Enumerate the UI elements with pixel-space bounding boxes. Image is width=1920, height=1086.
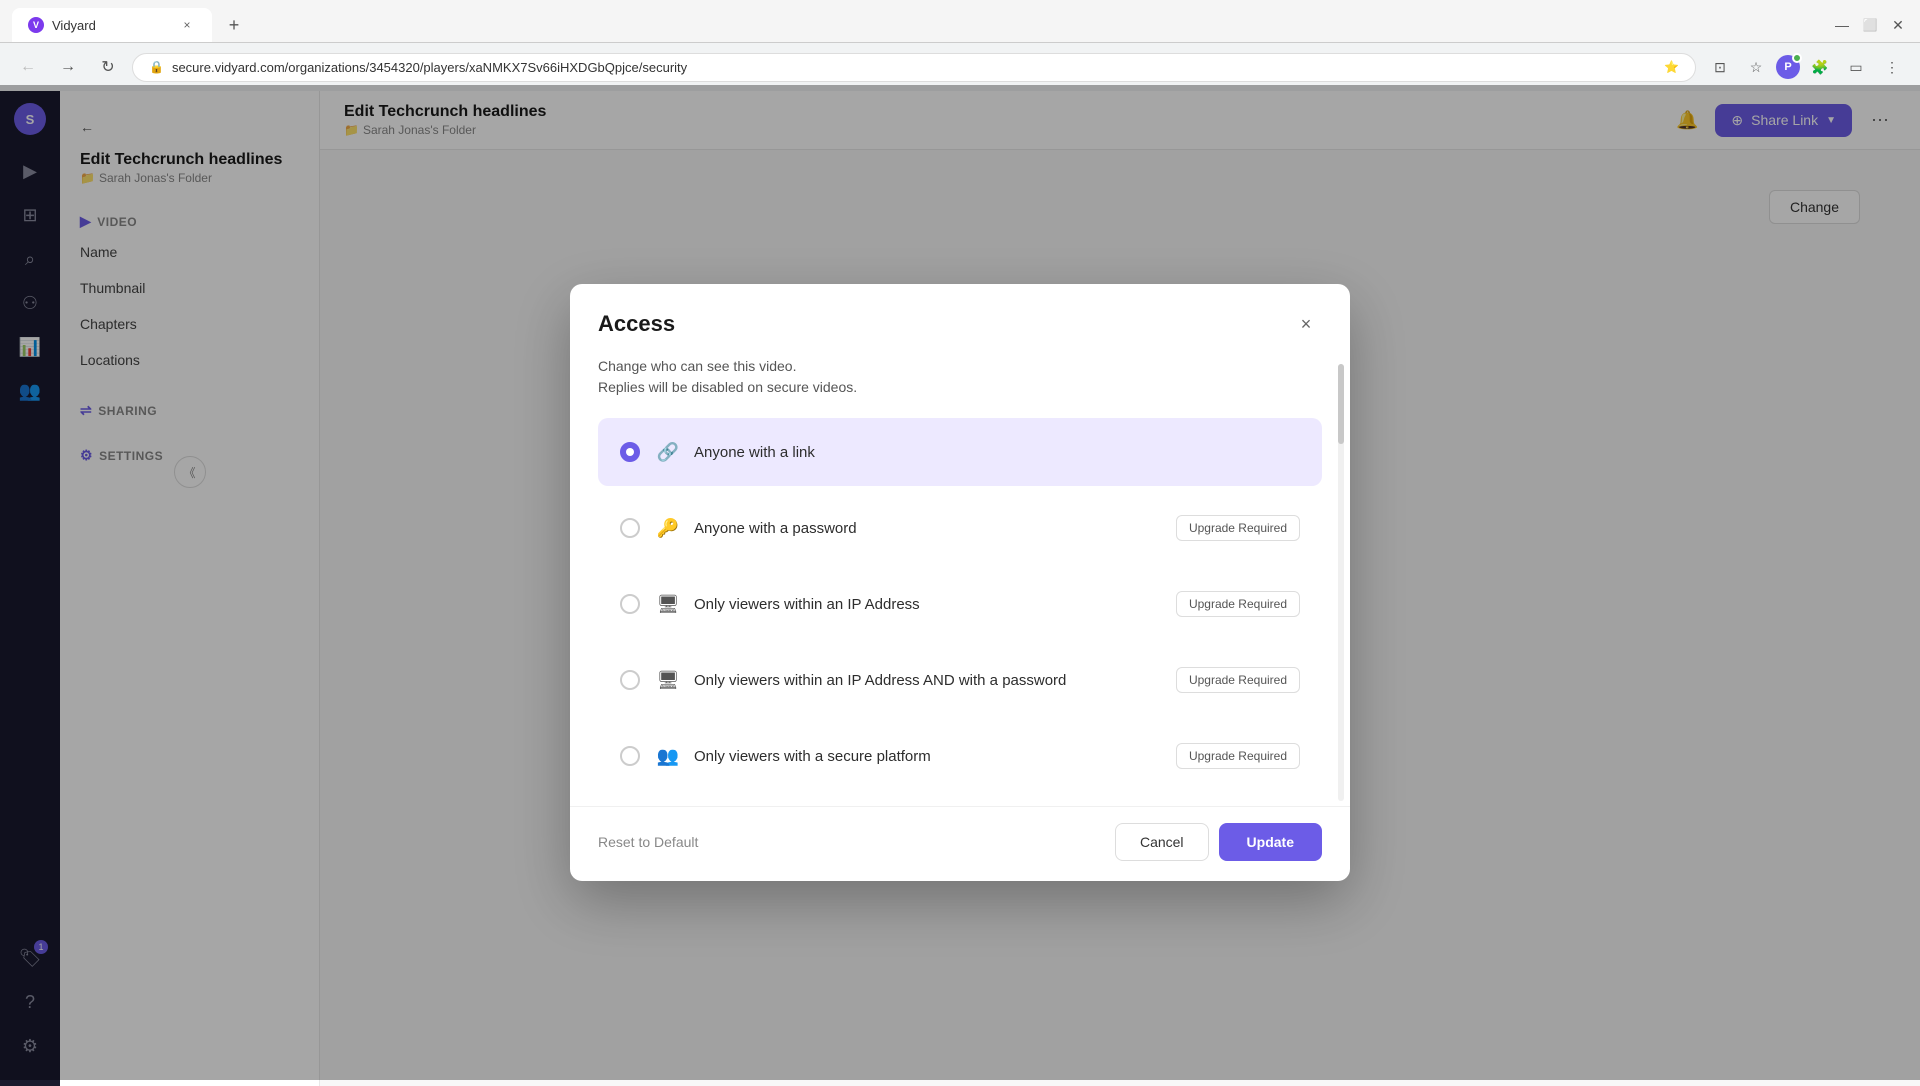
profile-button[interactable]: P xyxy=(1776,55,1800,79)
access-option-secure-platform[interactable]: 👥 Only viewers with a secure platform Up… xyxy=(598,722,1322,790)
url-text: secure.vidyard.com/organizations/3454320… xyxy=(172,60,1656,75)
modal-header: Access × xyxy=(570,284,1350,356)
ip-icon: 🖥 xyxy=(654,590,682,618)
main-area: Edit Techcrunch headlines 📁 Sarah Jonas'… xyxy=(320,91,1920,1086)
new-tab-button[interactable]: + xyxy=(220,11,248,39)
modal-footer-actions: Cancel Update xyxy=(1115,823,1322,861)
anyone-link-label: Anyone with a link xyxy=(694,444,1300,461)
radio-ip-password[interactable] xyxy=(620,670,640,690)
reset-to-default-link[interactable]: Reset to Default xyxy=(598,834,698,850)
forward-button[interactable]: → xyxy=(52,51,84,83)
cancel-button[interactable]: Cancel xyxy=(1115,823,1209,861)
access-option-anyone-link[interactable]: 🔗 Anyone with a link xyxy=(598,418,1322,486)
ip-password-icon: 🖥 xyxy=(654,666,682,694)
radio-secure-platform[interactable] xyxy=(620,746,640,766)
modal-overlay: Access × Change who can see this video. … xyxy=(0,85,1920,1080)
modal-scrollbar[interactable] xyxy=(1338,364,1344,801)
tab-favicon: V xyxy=(28,17,44,33)
browser-actions: ⊡ ☆ P 🧩 ▭ ⋮ xyxy=(1704,51,1908,83)
access-modal: Access × Change who can see this video. … xyxy=(570,284,1350,881)
ip-label: Only viewers within an IP Address xyxy=(694,596,1176,613)
modal-footer: Reset to Default Cancel Update xyxy=(570,806,1350,881)
secure-platform-label: Only viewers with a secure platform xyxy=(694,748,1176,765)
upgrade-badge-ip-password: Upgrade Required xyxy=(1176,667,1300,693)
access-option-ip[interactable]: 🖥 Only viewers within an IP Address Upgr… xyxy=(598,570,1322,638)
close-window-button[interactable]: ✕ xyxy=(1888,15,1908,35)
link-icon: 🔗 xyxy=(654,438,682,466)
browser-titlebar: V Vidyard × + — ⬜ ✕ xyxy=(0,0,1920,42)
tab-title: Vidyard xyxy=(52,18,96,33)
extensions-button[interactable]: 🧩 xyxy=(1804,51,1836,83)
address-bar[interactable]: 🔒 secure.vidyard.com/organizations/34543… xyxy=(132,53,1696,82)
maximize-button[interactable]: ⬜ xyxy=(1860,15,1880,35)
modal-description-line2: Replies will be disabled on secure video… xyxy=(598,377,1322,398)
minimize-button[interactable]: — xyxy=(1832,15,1852,35)
bookmark-button[interactable]: ☆ xyxy=(1740,51,1772,83)
radio-password[interactable] xyxy=(620,518,640,538)
back-button[interactable]: ← xyxy=(12,51,44,83)
password-label: Anyone with a password xyxy=(694,520,1176,537)
refresh-button[interactable]: ↻ xyxy=(92,51,124,83)
radio-anyone-link[interactable] xyxy=(620,442,640,462)
scrollbar-thumb xyxy=(1338,364,1344,444)
sidebar-toggle-button[interactable]: ▭ xyxy=(1840,51,1872,83)
browser-toolbar: ← → ↻ 🔒 secure.vidyard.com/organizations… xyxy=(0,42,1920,91)
more-options-button[interactable]: ⋮ xyxy=(1876,51,1908,83)
modal-title: Access xyxy=(598,311,675,337)
app: S ▶ ⊞ ⌕ ⚇ 📊 👥 🏷 1 xyxy=(0,91,1920,1086)
update-button[interactable]: Update xyxy=(1219,823,1322,861)
upgrade-badge-ip: Upgrade Required xyxy=(1176,591,1300,617)
access-option-password[interactable]: 🔑 Anyone with a password Upgrade Require… xyxy=(598,494,1322,562)
cast-button[interactable]: ⊡ xyxy=(1704,51,1736,83)
modal-description-line1: Change who can see this video. xyxy=(598,356,1322,377)
radio-ip[interactable] xyxy=(620,594,640,614)
modal-description: Change who can see this video. Replies w… xyxy=(598,356,1322,398)
tab-close-button[interactable]: × xyxy=(178,16,196,34)
modal-close-button[interactable]: × xyxy=(1290,308,1322,340)
browser-chrome: V Vidyard × + — ⬜ ✕ ← → ↻ 🔒 secure.vidya… xyxy=(0,0,1920,91)
upgrade-badge-secure-platform: Upgrade Required xyxy=(1176,743,1300,769)
browser-tab[interactable]: V Vidyard × xyxy=(12,8,212,42)
secure-platform-icon: 👥 xyxy=(654,742,682,770)
upgrade-badge-password: Upgrade Required xyxy=(1176,515,1300,541)
access-option-ip-password[interactable]: 🖥 Only viewers within an IP Address AND … xyxy=(598,646,1322,714)
ip-password-label: Only viewers within an IP Address AND wi… xyxy=(694,672,1176,689)
scrollbar-track xyxy=(1338,364,1344,801)
modal-body: Change who can see this video. Replies w… xyxy=(570,356,1350,806)
password-icon: 🔑 xyxy=(654,514,682,542)
